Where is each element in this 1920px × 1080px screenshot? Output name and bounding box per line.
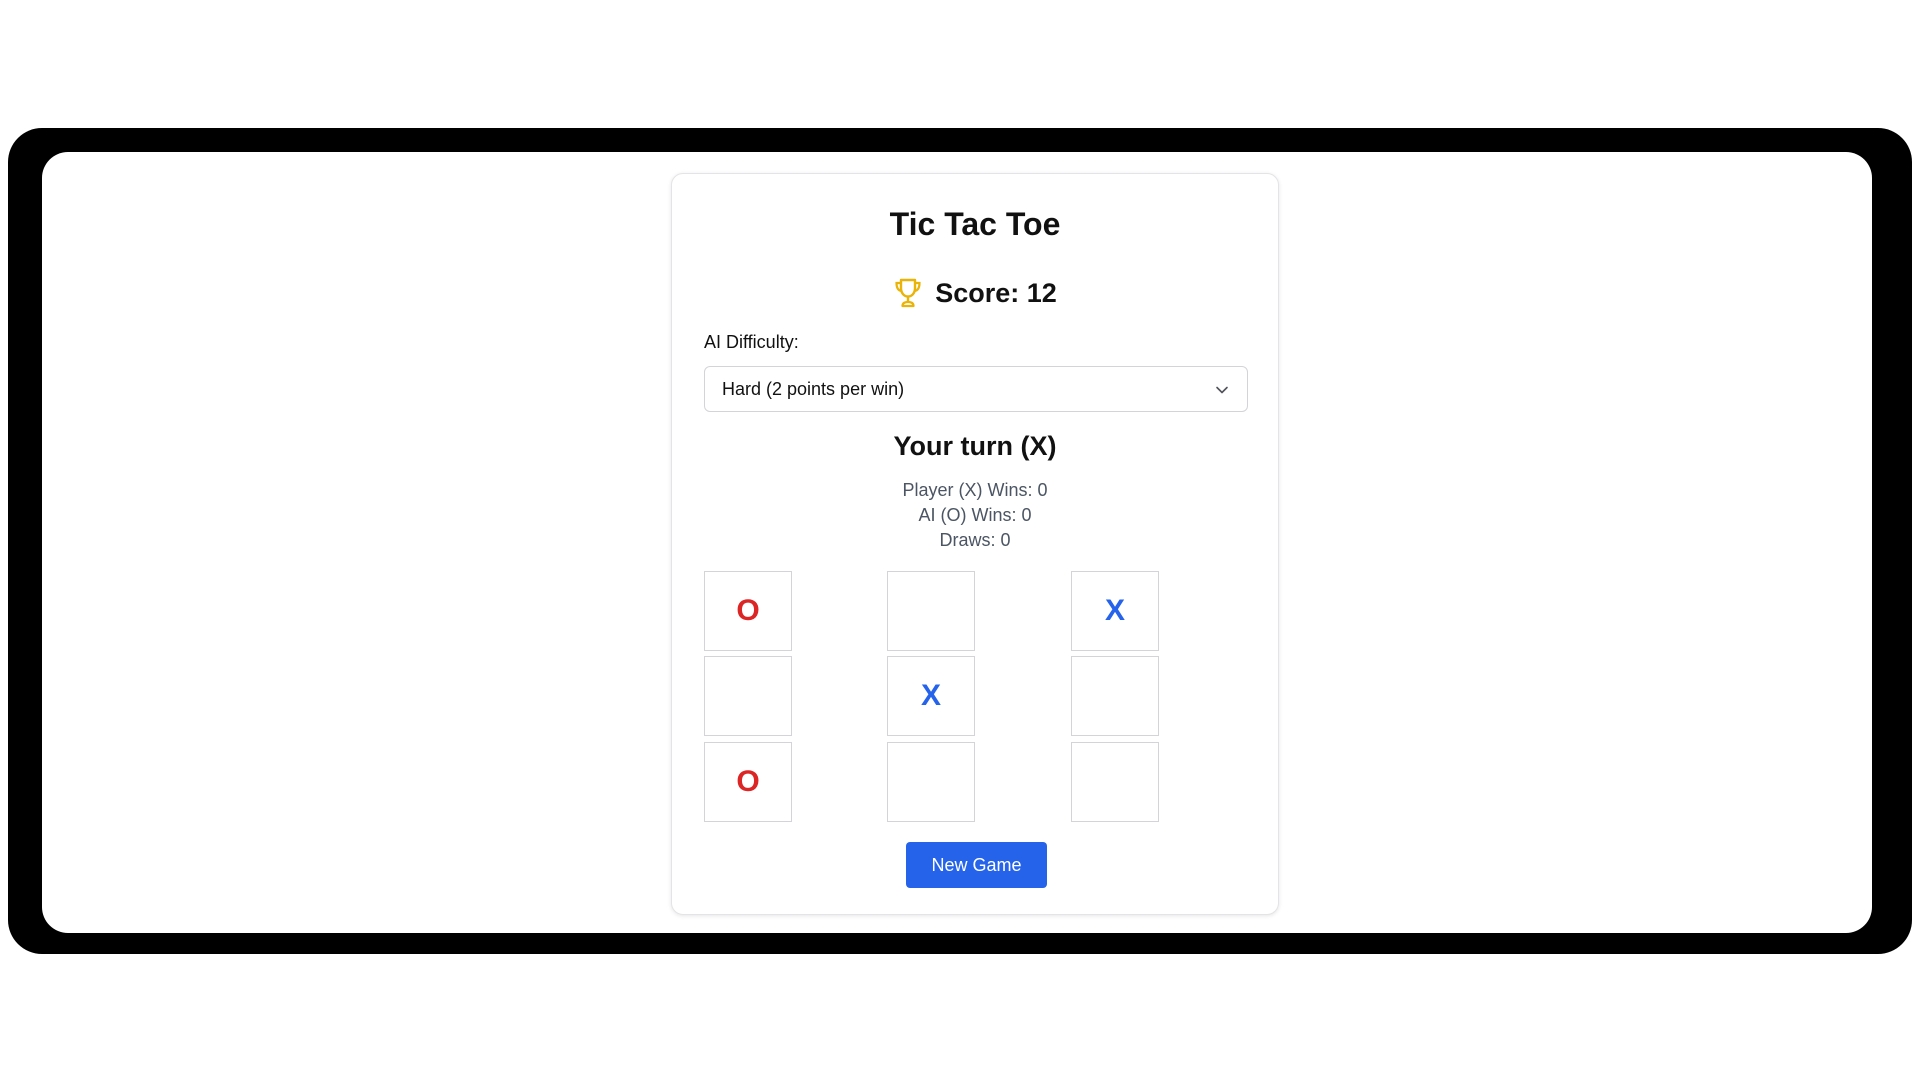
new-game-button[interactable]: New Game (906, 842, 1047, 888)
ai-wins: AI (O) Wins: 0 (918, 505, 1032, 525)
board-cell[interactable]: O (704, 742, 792, 822)
board-cell[interactable]: X (1071, 571, 1159, 651)
screen: Tic Tac Toe Score: 12 AI Difficulty: Har… (42, 152, 1872, 933)
board-cell[interactable] (1071, 656, 1159, 736)
draws: Draws: 0 (939, 530, 1011, 550)
board-cell[interactable] (1071, 742, 1159, 822)
game-board: O X X O (704, 571, 1160, 823)
board-cell[interactable] (887, 571, 975, 651)
score-label: Score: 12 (935, 277, 1057, 308)
player-wins: Player (X) Wins: 0 (902, 480, 1048, 500)
board-cell[interactable] (887, 742, 975, 822)
difficulty-selected-value: Hard (2 points per win) (722, 379, 905, 399)
difficulty-select[interactable]: Hard (2 points per win) (704, 366, 1248, 412)
score-display: Score: 12 (672, 277, 1278, 309)
game-stats: Player (X) Wins: 0 AI (O) Wins: 0 Draws:… (672, 478, 1278, 553)
game-card: Tic Tac Toe Score: 12 AI Difficulty: Har… (671, 173, 1279, 915)
turn-status: Your turn (X) (893, 431, 1057, 461)
page-title: Tic Tac Toe (889, 206, 1061, 242)
difficulty-label: AI Difficulty: (704, 332, 799, 352)
trophy-icon (895, 278, 921, 308)
board-cell[interactable] (704, 656, 792, 736)
chevron-down-icon (1216, 386, 1228, 394)
board-cell[interactable]: O (704, 571, 792, 651)
board-cell[interactable]: X (887, 656, 975, 736)
device-frame: Tic Tac Toe Score: 12 AI Difficulty: Har… (8, 128, 1912, 954)
